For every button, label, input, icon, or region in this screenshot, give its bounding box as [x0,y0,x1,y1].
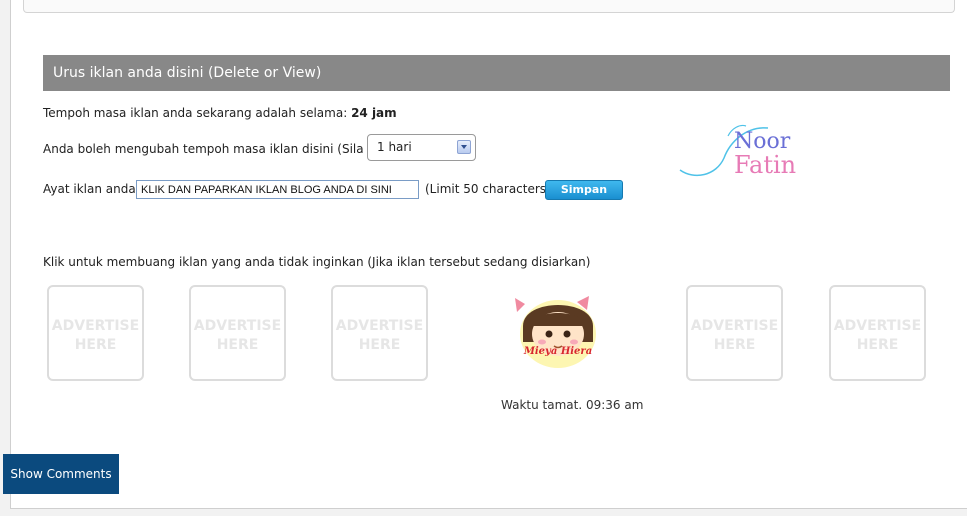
ad-slot-5[interactable]: ADVERTISE HERE [686,285,783,381]
duration-value: 24 jam [351,106,397,120]
noor-fatin-logo: Noor Fatin [679,124,796,179]
bottom-divider [10,508,967,509]
current-duration-row: Tempoh masa iklan anda sekarang adalah s… [43,106,397,120]
limit-text: (Limit 50 characters) [425,182,551,196]
page-content: Urus iklan anda disini (Delete or View) … [10,0,967,508]
ad-text-input[interactable] [136,180,419,199]
section-header: Urus iklan anda disini (Delete or View) [43,55,950,91]
active-ad-avatar[interactable]: Mieya Hiera [509,284,607,380]
show-comments-button[interactable]: Show Comments [3,454,119,494]
top-panel [23,0,955,13]
remove-instruction: Klik untuk membuang iklan yang anda tida… [43,255,591,269]
expiry-time: Waktu tamat. 09:36 am [501,398,644,412]
ad-slot-6[interactable]: ADVERTISE HERE [829,285,926,381]
avatar-caption: Mieya Hiera [523,346,592,357]
duration-select[interactable]: 1 hari [367,134,476,161]
change-duration-label: Anda boleh mengubah tempoh masa iklan di… [43,142,402,156]
ad-slot-2[interactable]: ADVERTISE HERE [189,285,286,381]
chevron-down-icon[interactable] [457,140,471,154]
ad-slot-1[interactable]: ADVERTISE HERE [47,285,144,381]
ad-text-label: Ayat iklan anda: [43,182,140,196]
ad-slot-3[interactable]: ADVERTISE HERE [331,285,428,381]
logo-line2: Fatin [734,151,796,179]
duration-label: Tempoh masa iklan anda sekarang adalah s… [43,106,348,120]
save-button[interactable]: Simpan [545,180,623,200]
duration-select-value: 1 hari [377,140,412,154]
